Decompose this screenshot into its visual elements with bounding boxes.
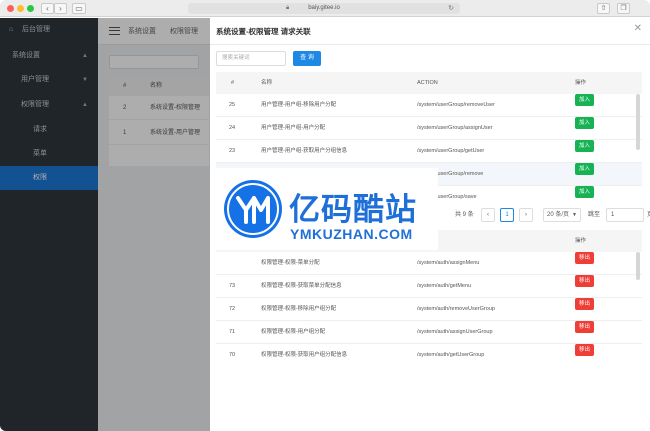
scrollbar[interactable] bbox=[636, 94, 640, 150]
row-name: 权限管理-权限-获取用户组分配信息 bbox=[261, 352, 348, 358]
add-button[interactable]: 加入 bbox=[575, 94, 595, 106]
zoom-window-button[interactable] bbox=[27, 5, 34, 12]
watermark-english-text: YMKUZHAN.COM bbox=[290, 226, 413, 242]
jump-label: 跳至 bbox=[588, 212, 601, 218]
browser-window: ‹ › ▭ 🔒︎ baiy.gitee.io ↻ ⇧ ❐ + ⌂ 后台管理 系统… bbox=[0, 0, 650, 431]
table-row: 23 用户管理-用户组-获取用户分组信息 /system/userGroup/g… bbox=[216, 140, 642, 163]
remove-button[interactable]: 移出 bbox=[575, 298, 595, 310]
jump-page-input[interactable]: 1 bbox=[606, 208, 644, 222]
row-action: /system/userGroup/getUser bbox=[417, 148, 485, 154]
row-action: /system/auth/assignMenu bbox=[417, 260, 480, 266]
column-header: # bbox=[231, 80, 235, 86]
row-name: 用户管理-用户组-用户分配 bbox=[261, 125, 326, 131]
add-button[interactable]: 加入 bbox=[575, 186, 595, 198]
table-row: 24 用户管理-用户组-用户分配 /system/userGroup/assig… bbox=[216, 117, 642, 140]
table-header: # 名称 ACTION 操作 bbox=[216, 72, 642, 94]
row-action: /system/userGroup/removeUser bbox=[417, 102, 495, 108]
divider bbox=[210, 44, 650, 45]
close-window-button[interactable] bbox=[7, 5, 14, 12]
page-size-select[interactable]: 20 条/页 ▼ bbox=[543, 208, 581, 222]
row-action: /system/userGroup/assignUser bbox=[417, 125, 493, 131]
add-button[interactable]: 加入 bbox=[575, 117, 595, 129]
address-bar[interactable]: 🔒︎ baiy.gitee.io ↻ bbox=[188, 3, 460, 14]
scrollbar[interactable] bbox=[636, 252, 640, 280]
browser-toolbar: ‹ › ▭ 🔒︎ baiy.gitee.io ↻ ⇧ ❐ bbox=[0, 0, 650, 17]
modal-overlay[interactable] bbox=[0, 18, 210, 431]
chevron-left-icon: ‹ bbox=[46, 4, 49, 13]
chevron-down-icon: ▼ bbox=[572, 212, 577, 218]
row-name: 用户管理-用户组-移除用户分配 bbox=[261, 102, 337, 108]
row-name: 用户管理-用户组-获取用户分组信息 bbox=[261, 148, 348, 154]
reload-icon[interactable]: ↻ bbox=[448, 3, 454, 14]
remove-button[interactable]: 移出 bbox=[575, 252, 595, 264]
row-name: 权限管理-权限-获取菜单分配信息 bbox=[261, 283, 342, 289]
table-row: 73 权限管理-权限-获取菜单分配信息 /system/auth/getMenu… bbox=[216, 275, 642, 298]
chevron-left-icon: ‹ bbox=[487, 212, 489, 218]
prev-page-button[interactable]: ‹ bbox=[481, 208, 495, 222]
page-size-value: 20 条/页 bbox=[547, 212, 570, 218]
row-action: /system/auth/assignUserGroup bbox=[417, 329, 493, 335]
add-button[interactable]: 加入 bbox=[575, 163, 595, 175]
sidebar-toggle-button[interactable]: ▭ bbox=[72, 3, 86, 14]
row-id: 23 bbox=[229, 148, 236, 154]
share-button[interactable]: ⇧ bbox=[597, 3, 610, 14]
add-button[interactable]: 加入 bbox=[575, 140, 595, 152]
chevron-right-icon: › bbox=[525, 212, 527, 218]
row-id: 73 bbox=[229, 283, 236, 289]
table-row: 权限管理-权限-菜单分配 /system/auth/assignMenu 移出 bbox=[216, 252, 642, 275]
share-icon: ⇧ bbox=[600, 5, 607, 12]
watermark-logo-icon bbox=[224, 180, 282, 238]
table-row: 71 权限管理-权限-用户组分配 /system/auth/assignUser… bbox=[216, 321, 642, 344]
column-header: 名称 bbox=[261, 80, 273, 86]
row-id: 70 bbox=[229, 352, 236, 358]
table-row: 25 用户管理-用户组-移除用户分配 /system/userGroup/rem… bbox=[216, 94, 642, 117]
row-name: 权限管理-权限-菜单分配 bbox=[261, 260, 320, 266]
minimize-window-button[interactable] bbox=[17, 5, 24, 12]
remove-button[interactable]: 移出 bbox=[575, 275, 595, 287]
row-action: /system/auth/getMenu bbox=[417, 283, 472, 289]
next-page-button[interactable]: › bbox=[519, 208, 533, 222]
lock-icon: 🔒︎ bbox=[286, 5, 290, 11]
row-action: /system/auth/getUserGroup bbox=[417, 352, 485, 358]
url-text: baiy.gitee.io bbox=[308, 5, 340, 11]
column-header: 操作 bbox=[575, 238, 587, 244]
table-row: 70 权限管理-权限-获取用户组分配信息 /system/auth/getUse… bbox=[216, 344, 642, 361]
sidebar-icon: ▭ bbox=[75, 4, 83, 13]
row-action: /system/auth/removeUserGroup bbox=[417, 306, 495, 312]
row-id: 71 bbox=[229, 329, 236, 335]
forward-button[interactable]: › bbox=[54, 3, 67, 14]
search-input[interactable]: 搜索关键词 bbox=[216, 51, 286, 66]
column-header: ACTION bbox=[417, 80, 438, 86]
remove-button[interactable]: 移出 bbox=[575, 344, 595, 356]
query-button[interactable]: 查 询 bbox=[293, 51, 321, 66]
total-count: 共 9 条 bbox=[455, 212, 474, 218]
page-number-button[interactable]: 1 bbox=[500, 208, 514, 222]
tabs-button[interactable]: ❐ bbox=[617, 3, 630, 14]
back-button[interactable]: ‹ bbox=[41, 3, 54, 14]
row-id: 24 bbox=[229, 125, 236, 131]
row-name: 权限管理-权限-用户组分配 bbox=[261, 329, 326, 335]
row-id: 72 bbox=[229, 306, 236, 312]
chevron-right-icon: › bbox=[59, 4, 62, 13]
dialog-title: 系统设置-权限管理 请求关联 bbox=[216, 27, 311, 36]
close-icon[interactable]: ✕ bbox=[634, 23, 642, 34]
column-header: 操作 bbox=[575, 80, 587, 86]
table-row: 72 权限管理-权限-移除用户组分配 /system/auth/removeUs… bbox=[216, 298, 642, 321]
watermark-chinese-text: 亿码酷站 bbox=[289, 192, 417, 228]
tabs-icon: ❐ bbox=[620, 5, 627, 12]
remove-button[interactable]: 移出 bbox=[575, 321, 595, 333]
row-id: 25 bbox=[229, 102, 236, 108]
row-name: 权限管理-权限-移除用户组分配 bbox=[261, 306, 337, 312]
watermark: 亿码酷站 YMKUZHAN.COM bbox=[213, 168, 438, 250]
